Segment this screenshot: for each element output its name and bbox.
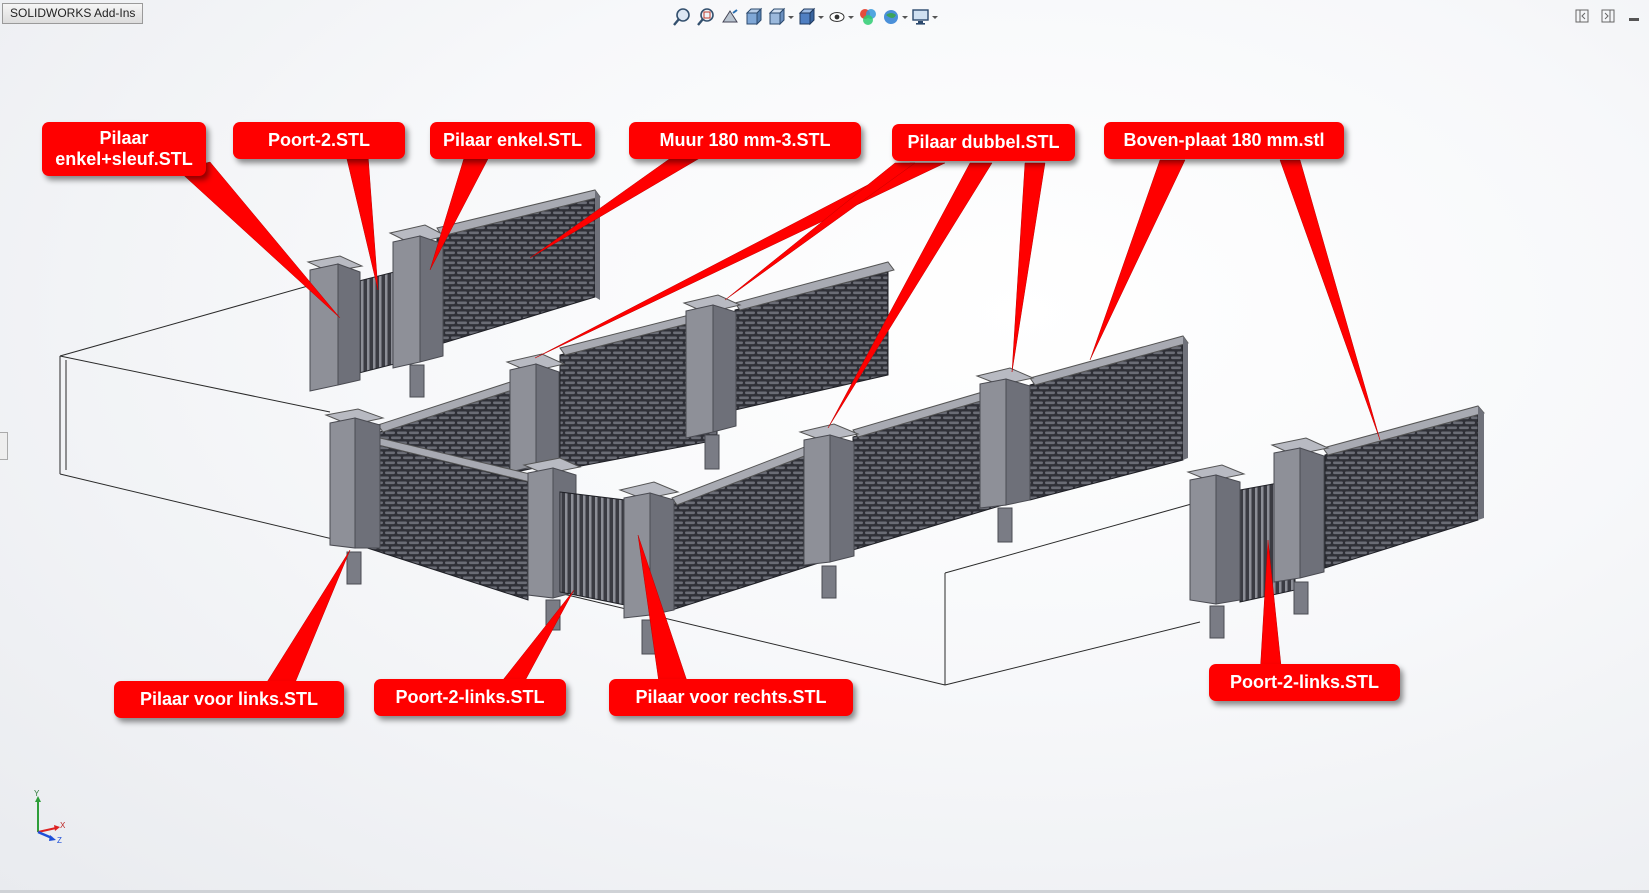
callout-pilaar-dubbel: Pilaar dubbel.STL bbox=[892, 124, 1075, 161]
pointer-pilaar-dubbel-4 bbox=[1011, 162, 1046, 373]
pillar-enkel-sleuf bbox=[306, 255, 364, 392]
pillar-voor-links bbox=[324, 408, 385, 585]
gate-front-left bbox=[559, 491, 626, 606]
callout-boven-plaat: Boven-plaat 180 mm.stl bbox=[1104, 122, 1344, 159]
callout-muur-180: Muur 180 mm-3.STL bbox=[629, 122, 861, 159]
pointer-poort-2-links-a bbox=[494, 589, 575, 691]
callout-poort-2: Poort-2.STL bbox=[233, 122, 405, 159]
callout-pilaar-enkel: Pilaar enkel.STL bbox=[430, 122, 595, 159]
callout-pilaar-voor-links: Pilaar voor links.STL bbox=[114, 681, 344, 718]
callout-pilaar-voor-rechts: Pilaar voor rechts.STL bbox=[609, 679, 853, 716]
wall-right-section bbox=[1322, 405, 1485, 569]
triad-x-label: X bbox=[60, 821, 66, 830]
pointer-pilaar-enkel-sleuf bbox=[177, 161, 341, 319]
callout-poort-2-links-right: Poort-2-links.STL bbox=[1209, 664, 1400, 701]
callout-poort-2-links: Poort-2-links.STL bbox=[374, 679, 566, 716]
pointer-boven-plaat-2 bbox=[1279, 159, 1381, 441]
pillar-right-front bbox=[1186, 464, 1246, 639]
triad-z-label: Z bbox=[57, 836, 62, 845]
pointer-boven-plaat-1 bbox=[1089, 159, 1186, 361]
pillar-dubbel-front-1 bbox=[798, 423, 860, 599]
reference-triad: Y X Z bbox=[34, 790, 66, 845]
callout-pilaar-enkel-sleuf: Pilaar enkel+sleuf.STL bbox=[42, 122, 206, 176]
triad-y-label: Y bbox=[34, 790, 40, 798]
pillar-dubbel-left bbox=[505, 353, 566, 473]
pointer-pilaar-voor-links bbox=[261, 549, 351, 691]
pillar-dubbel-front-2 bbox=[975, 367, 1035, 543]
wall-back-left bbox=[436, 189, 601, 346]
